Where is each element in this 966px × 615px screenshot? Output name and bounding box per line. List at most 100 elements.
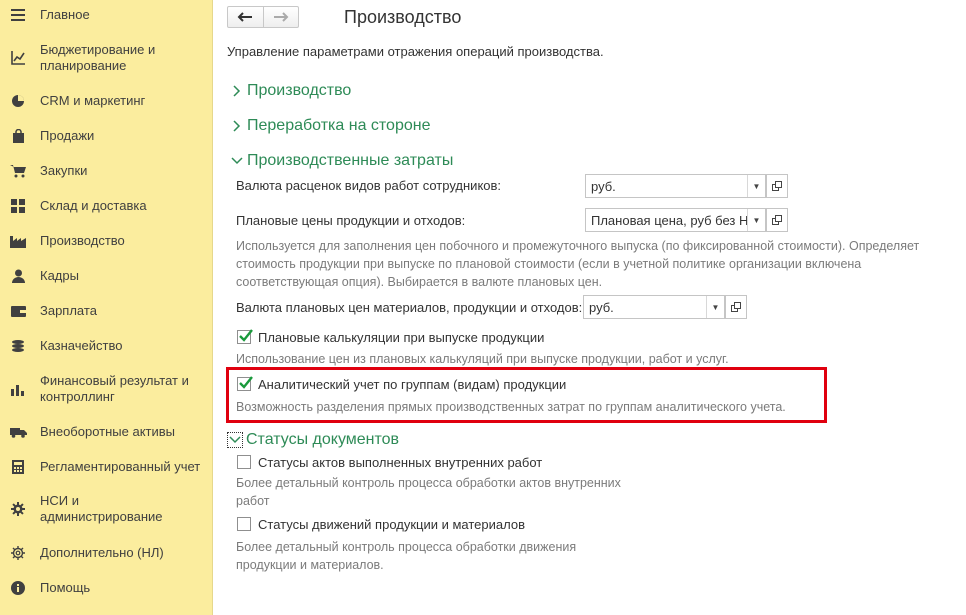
section-title: Производственные затраты [247, 152, 454, 169]
coins-icon [9, 338, 27, 354]
field-value: Плановая цена, руб без НДС [591, 212, 747, 228]
sidebar-item-label: НСИ и администрирование [40, 493, 163, 524]
sidebar-item-fixed-assets[interactable]: Внеоборотные активы [0, 424, 213, 440]
moves-statuses-checkbox[interactable] [237, 517, 251, 531]
dropdown-arrow-icon[interactable]: ▼ [747, 209, 765, 231]
hint-line: соответствующая опция). Выбирается в вал… [236, 275, 603, 289]
gear-outline-icon [9, 545, 27, 561]
sidebar-item-label: Зарплата [40, 303, 97, 318]
chevron-down-icon [230, 154, 244, 168]
moves-statuses-label[interactable]: Статусы движений продукции и материалов [258, 517, 525, 533]
section-title: Статусы документов [246, 431, 400, 448]
rates-currency-field[interactable]: руб. ▼ [585, 174, 766, 198]
section-title: Производство [247, 82, 352, 99]
sidebar-item-purchases[interactable]: Закупки [0, 163, 213, 179]
forward-button[interactable] [262, 7, 298, 27]
dropdown-arrow-icon[interactable]: ▼ [747, 175, 765, 197]
factory-icon [9, 233, 27, 249]
gear-icon [9, 501, 27, 517]
planned-calc-checkbox[interactable] [237, 329, 253, 344]
section-outsourcing[interactable]: Переработка на стороне [230, 116, 430, 136]
calculator-icon [9, 459, 27, 475]
sidebar-item-treasury[interactable]: Казначейство [0, 338, 213, 354]
sidebar-item-label: Кадры [40, 268, 79, 283]
sidebar-item-sales[interactable]: Продажи [0, 128, 213, 144]
sidebar-item-label: Закупки [40, 163, 88, 178]
chevron-down-icon [227, 432, 243, 448]
sidebar-item-label: Бюджетирование и планирование [40, 42, 156, 73]
planned-currency-field[interactable]: руб. ▼ [583, 295, 725, 319]
truck-icon [9, 424, 27, 440]
section-title: Переработка на стороне [247, 117, 431, 134]
bar-chart-icon [9, 381, 27, 397]
open-window-icon [731, 302, 741, 312]
hint-line: Более детальный контроль процесса обрабо… [236, 476, 621, 490]
moves-statuses-hint: Более детальный контроль процесса обрабо… [236, 538, 576, 574]
acts-statuses-label[interactable]: Статусы актов выполненных внутренних раб… [258, 455, 542, 471]
sidebar-item-label: Финансовый результат и контроллинг [40, 373, 189, 404]
rates-currency-open-button[interactable] [766, 174, 788, 198]
planned-currency-open-button[interactable] [725, 295, 747, 319]
sidebar-item-label: Главное [40, 7, 90, 22]
arrow-left-icon [238, 12, 253, 22]
wallet-icon [9, 303, 27, 319]
page-title: Производство [344, 7, 462, 27]
sidebar-item-additional[interactable]: Дополнительно (НЛ) [0, 545, 213, 561]
planned-prices-open-button[interactable] [766, 208, 788, 232]
sidebar-item-finance[interactable]: Финансовый результат и контроллинг [0, 373, 213, 405]
planned-calc-label[interactable]: Плановые калькуляции при выпуске продукц… [258, 330, 544, 346]
sidebar-item-label: Склад и доставка [40, 198, 147, 213]
planned-prices-hint: Используется для заполнения цен побочног… [236, 237, 961, 291]
sidebar-item-regulated[interactable]: Регламентированный учет [0, 459, 213, 475]
pie-chart-icon [9, 93, 27, 109]
acts-statuses-hint: Более детальный контроль процесса обрабо… [236, 474, 621, 510]
sidebar-item-budgeting[interactable]: Бюджетирование и планирование [0, 42, 213, 74]
hint-line: работ [236, 494, 270, 508]
sidebar-item-warehouse[interactable]: Склад и доставка [0, 198, 213, 214]
sidebar-item-crm[interactable]: CRM и маркетинг [0, 93, 213, 109]
planned-currency-label: Валюта плановых цен материалов, продукци… [236, 300, 583, 315]
sidebar-item-help[interactable]: Помощь [0, 580, 213, 596]
sidebar-item-production[interactable]: Производство [0, 233, 213, 249]
chevron-right-icon [230, 84, 244, 98]
open-window-icon [772, 215, 782, 225]
sidebar-item-nsi[interactable]: НСИ и администрирование [0, 493, 213, 525]
section-doc-statuses[interactable]: Статусы документов [227, 430, 399, 450]
rates-currency-label: Валюта расценок видов работ сотрудников: [236, 178, 502, 193]
arrow-right-icon [273, 12, 289, 22]
sidebar-item-hr[interactable]: Кадры [0, 268, 213, 284]
hint-line: Используется для заполнения цен побочног… [236, 239, 920, 253]
field-value: руб. [591, 178, 616, 194]
acts-statuses-checkbox[interactable] [237, 455, 251, 469]
sidebar-item-main[interactable]: Главное [0, 7, 213, 23]
highlight-frame [226, 367, 827, 423]
hint-line: стоимость продукции при выпуске по плано… [236, 257, 862, 271]
hint-line: продукции и материалов. [236, 558, 384, 572]
history-nav [227, 6, 299, 28]
sidebar-item-label: Внеоборотные активы [40, 424, 176, 439]
planned-prices-label: Плановые цены продукции и отходов: [236, 213, 466, 228]
menu-icon [9, 7, 27, 23]
checkmark-icon [239, 329, 253, 342]
sidebar: Главное Бюджетирование и планирование CR… [0, 0, 213, 615]
cart-icon [9, 163, 27, 179]
section-production[interactable]: Производство [230, 81, 351, 101]
planned-calc-hint: Использование цен из плановых калькуляци… [236, 352, 729, 366]
person-icon [9, 268, 27, 284]
chevron-right-icon [230, 119, 244, 133]
hint-line: Более детальный контроль процесса обрабо… [236, 540, 577, 554]
sidebar-item-label: Продажи [40, 128, 95, 143]
section-costs[interactable]: Производственные затраты [230, 151, 453, 171]
dropdown-arrow-icon[interactable]: ▼ [706, 296, 724, 318]
sidebar-item-label: Регламентированный учет [40, 459, 201, 474]
sidebar-item-label: Помощь [40, 580, 91, 595]
planned-prices-field[interactable]: Плановая цена, руб без НДС ▼ [585, 208, 766, 232]
info-icon [9, 580, 27, 596]
page-subtitle: Управление параметрами отражения операци… [227, 44, 604, 59]
sidebar-item-label: Казначейство [40, 338, 123, 353]
sidebar-item-salary[interactable]: Зарплата [0, 303, 213, 319]
shopping-bag-icon [9, 128, 27, 144]
budget-chart-icon [9, 49, 27, 65]
back-button[interactable] [228, 7, 263, 27]
sidebar-item-label: Производство [40, 233, 125, 248]
